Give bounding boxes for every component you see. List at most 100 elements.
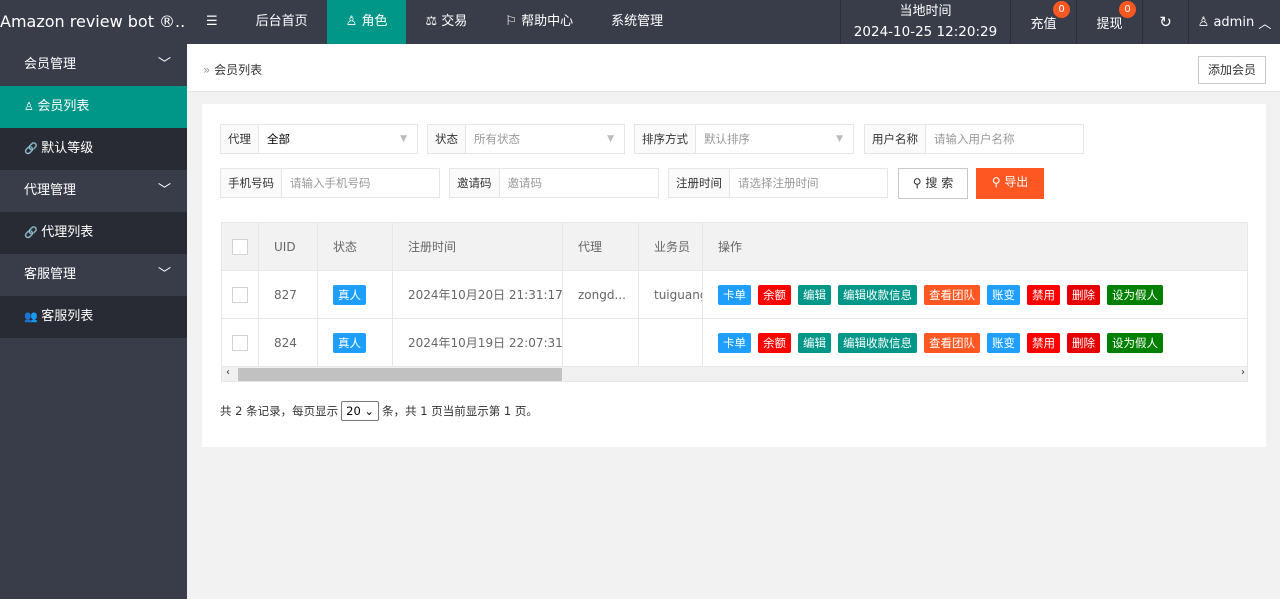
row-checkbox[interactable]	[232, 239, 248, 255]
row-checkbox[interactable]	[232, 287, 248, 303]
action-button[interactable]: 禁用	[1027, 285, 1060, 305]
register-time-cell: 2024年10月19日 22:07:31	[393, 319, 563, 367]
page-size-select[interactable]: 20 ⌄	[341, 401, 380, 421]
chevron-down-icon: ﹀	[157, 267, 171, 282]
actions-cell: 卡单 余额 编辑 编辑收款信息 查看团队 账变 禁用 删除 设为假人	[703, 319, 1247, 367]
nav-item[interactable]: 系统管理	[592, 0, 682, 44]
action-button[interactable]: 查看团队	[924, 285, 980, 305]
column-header: 操作	[703, 223, 1247, 271]
agent-value: 全部 ▼	[259, 125, 417, 153]
actions-cell: 卡单 余额 编辑 编辑收款信息 查看团队 账变 禁用 删除 设为假人	[703, 271, 1247, 319]
sidebar-item[interactable]: 代理管理 ﹀	[0, 170, 187, 212]
phone-input[interactable]: 手机号码 请输入手机号码	[220, 168, 440, 198]
nav-item[interactable]: ♙ 角色	[326, 0, 407, 44]
recharge-button[interactable]: 充值 0	[1010, 0, 1076, 44]
action-button[interactable]: 卡单	[718, 285, 751, 305]
agent-cell: zongd...	[563, 271, 639, 319]
scroll-right-icon: ›	[1241, 367, 1245, 378]
sort-select[interactable]: 排序方式 默认排序 ▼	[634, 124, 854, 154]
status-value: 所有状态 ▼	[466, 125, 624, 153]
menu-toggle-icon[interactable]: ☰	[187, 0, 237, 44]
action-button[interactable]: 设为假人	[1107, 333, 1163, 353]
export-button[interactable]: ⚲ 导出	[976, 168, 1044, 199]
recharge-badge: 0	[1053, 1, 1070, 18]
sidebar-item[interactable]: 🔗 默认等级	[0, 128, 187, 170]
table-header: UID 状态 注册时间 代理 业务员 操作	[222, 223, 1247, 271]
nav-label: 系统管理	[611, 14, 664, 29]
link-icon: 🔗	[24, 226, 42, 239]
action-button[interactable]: 编辑收款信息	[838, 333, 917, 353]
nav-item[interactable]: ⚐ 帮助中心	[486, 0, 592, 44]
sidebar-label: 客服管理	[24, 267, 77, 282]
sidebar-label: 代理管理	[24, 183, 77, 198]
horizontal-scrollbar[interactable]: ‹ ›	[222, 367, 1247, 381]
sidebar-item[interactable]: 👥 客服列表	[0, 296, 187, 338]
add-member-button[interactable]: 添加会员	[1197, 56, 1266, 84]
time-value: 2024-10-25 12:20:29	[853, 24, 998, 40]
table-row: 827 真人 2024年10月20日 21:31:17 zongd... tuiguan…	[222, 271, 1247, 319]
breadcrumb: » 会员列表 添加会员	[187, 44, 1280, 92]
nav-item[interactable]: ⚖ 交易	[406, 0, 486, 44]
register-time-cell: 2024年10月20日 21:31:17	[393, 271, 563, 319]
table-row: 824 真人 2024年10月19日 22:07:31 卡单 余额 编辑 编辑收款信息 查看团…	[222, 319, 1247, 367]
checkbox-cell	[222, 319, 259, 367]
sort-value: 默认排序 ▼	[696, 125, 853, 153]
invite-placeholder: 邀请码	[507, 176, 543, 190]
refresh-icon[interactable]: ↻	[1142, 0, 1188, 44]
dropdown-icon: ▼	[400, 134, 407, 144]
user-icon: ♙	[1197, 14, 1214, 30]
salesperson-cell: tuiguang	[639, 271, 703, 319]
action-button[interactable]: 设为假人	[1107, 285, 1163, 305]
invite-code-input[interactable]: 邀请码 邀请码	[449, 168, 659, 198]
phone-label: 手机号码	[221, 169, 282, 197]
user-menu[interactable]: ♙ admin ︿	[1188, 0, 1280, 44]
action-button[interactable]: 余额	[758, 333, 791, 353]
pagination-prefix: 共 2 条记录，每页显示	[220, 404, 339, 418]
invite-label: 邀请码	[450, 169, 500, 197]
export-label: 导出	[1004, 175, 1029, 189]
regtime-placeholder: 请选择注册时间	[738, 176, 819, 190]
row-checkbox[interactable]	[232, 335, 248, 351]
nav-item[interactable]: 后台首页	[237, 0, 327, 44]
regtime-label: 注册时间	[669, 169, 730, 197]
scroll-left-icon: ‹	[226, 367, 230, 378]
agent-select[interactable]: 代理 全部 ▼	[220, 124, 418, 154]
action-button[interactable]: 账变	[987, 333, 1020, 353]
action-button[interactable]: 编辑	[798, 285, 831, 305]
action-button[interactable]: 查看团队	[924, 333, 980, 353]
sidebar-label: 代理列表	[41, 225, 94, 240]
action-button[interactable]: 卡单	[718, 333, 751, 353]
sidebar-item[interactable]: 客服管理 ﹀	[0, 254, 187, 296]
action-button[interactable]: 编辑	[798, 333, 831, 353]
withdraw-button[interactable]: 提现 0	[1076, 0, 1142, 44]
action-button[interactable]: 删除	[1067, 285, 1100, 305]
username-input[interactable]: 用户名称 请输入用户名称	[864, 124, 1084, 154]
nav-label: 交易	[441, 14, 468, 29]
logo: Amazon review bot ®...	[0, 12, 187, 31]
column-header: UID	[259, 223, 318, 271]
column-header: 业务员	[639, 223, 703, 271]
action-button[interactable]: 余额	[758, 285, 791, 305]
recharge-label: 充值	[1030, 16, 1057, 32]
sidebar-item[interactable]: 会员管理 ﹀	[0, 44, 187, 86]
action-button[interactable]: 编辑收款信息	[838, 285, 917, 305]
username-label: 用户名称	[865, 125, 926, 153]
action-button[interactable]: 账变	[987, 285, 1020, 305]
sidebar-label: 默认等级	[41, 141, 94, 156]
sidebar-item[interactable]: 🔗 代理列表	[0, 212, 187, 254]
scrollbar-thumb[interactable]	[238, 368, 562, 381]
username: admin	[1213, 14, 1255, 30]
register-time-input[interactable]: 注册时间 请选择注册时间	[668, 168, 888, 198]
search-button[interactable]: ⚲ 搜 索	[898, 168, 968, 199]
action-button[interactable]: 禁用	[1027, 333, 1060, 353]
sidebar-item[interactable]: ♙ 会员列表	[0, 86, 187, 128]
dropdown-icon: ▼	[836, 134, 843, 144]
breadcrumb-current: 会员列表	[214, 63, 263, 77]
nav-label: 后台首页	[255, 14, 308, 29]
status-select[interactable]: 状态 所有状态 ▼	[427, 124, 625, 154]
action-button[interactable]: 删除	[1067, 333, 1100, 353]
salesperson-cell	[639, 319, 703, 367]
search-icon: ⚲	[991, 175, 1005, 189]
sidebar: 会员管理 ﹀ ♙ 会员列表 🔗 默认等级 代理管理 ﹀ 🔗 代理列表 客服管理 ﹀ 👥 客服列表	[0, 44, 187, 599]
column-header: 注册时间	[393, 223, 563, 271]
